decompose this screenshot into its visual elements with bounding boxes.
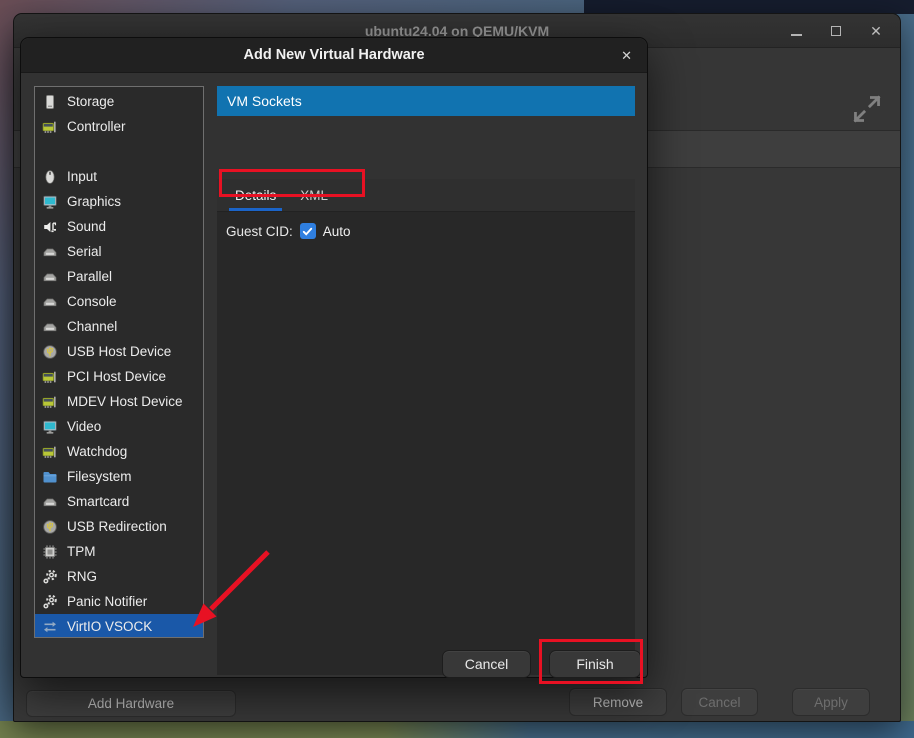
port-icon [42, 269, 58, 285]
tab-details[interactable]: Details [223, 179, 288, 211]
pci-card-icon [42, 444, 58, 460]
tab-strip: DetailsXML [217, 179, 635, 212]
port-icon [42, 494, 58, 510]
close-icon[interactable]: ✕ [868, 23, 884, 39]
sidebar-item-label: Sound [67, 219, 106, 234]
wallpaper-bottom-strip [0, 721, 914, 738]
sidebar-item-storage[interactable]: Storage [35, 89, 203, 114]
sidebar-item-label: Filesystem [67, 469, 132, 484]
dialog-content: VM Sockets DetailsXML Guest CID: Auto [217, 86, 635, 675]
dialog-close-icon[interactable]: ✕ [621, 38, 632, 73]
fullscreen-icon[interactable] [852, 94, 882, 124]
sidebar-item-tpm[interactable]: TPM [35, 539, 203, 564]
sidebar-item-input[interactable]: Input [35, 164, 203, 189]
sidebar-item-label: Smartcard [67, 494, 129, 509]
tab-xml[interactable]: XML [288, 179, 340, 211]
sidebar-item-virtio-vsock[interactable]: VirtIO VSOCK [35, 614, 203, 638]
sidebar-item-filesystem[interactable]: Filesystem [35, 464, 203, 489]
sidebar-item-label: VirtIO VSOCK [67, 619, 152, 634]
sidebar-item-label: USB Redirection [67, 519, 167, 534]
sidebar-item-serial[interactable]: Serial [35, 239, 203, 264]
sidebar-item-graphics[interactable]: Graphics [35, 189, 203, 214]
sidebar-item-label: Input [67, 169, 97, 184]
sidebar-item-label: Serial [67, 244, 102, 259]
auto-checkbox[interactable] [300, 223, 316, 239]
port-icon [42, 319, 58, 335]
pci-card-icon [42, 394, 58, 410]
sidebar-item-label: RNG [67, 569, 97, 584]
sidebar-item-rng[interactable]: RNG [35, 564, 203, 589]
minimize-icon[interactable] [788, 23, 804, 39]
sidebar-item-watchdog[interactable]: Watchdog [35, 439, 203, 464]
sidebar-item-usb-redirection[interactable]: USB Redirection [35, 514, 203, 539]
swap-arrows-icon [42, 619, 58, 635]
guest-cid-label: Guest CID: [226, 224, 293, 239]
monitor-icon [42, 419, 58, 435]
sidebar-item-video[interactable]: Video [35, 414, 203, 439]
finish-button[interactable]: Finish [549, 650, 641, 678]
sidebar-item-channel[interactable]: Channel [35, 314, 203, 339]
pci-card-icon [42, 119, 58, 135]
sidebar-item-mdev-host-device[interactable]: MDEV Host Device [35, 389, 203, 414]
sidebar-item-console[interactable]: Console [35, 289, 203, 314]
sidebar-item-label: Channel [67, 319, 117, 334]
gears-icon [42, 594, 58, 610]
add-hardware-dialog: Add New Virtual Hardware ✕ Storage Contro… [20, 37, 648, 678]
port-icon [42, 244, 58, 260]
sidebar-item-label: Console [67, 294, 117, 309]
folder-icon [42, 469, 58, 485]
wallpaper-dark-strip [584, 0, 914, 14]
add-hardware-button[interactable]: Add Hardware [26, 690, 236, 717]
sidebar-spacer [35, 139, 203, 164]
page-title: VM Sockets [217, 86, 635, 116]
speaker-icon [42, 219, 58, 235]
usb-icon [42, 344, 58, 360]
usb-icon [42, 519, 58, 535]
apply-button: Apply [792, 688, 870, 716]
details-notebook: DetailsXML Guest CID: Auto [217, 179, 635, 675]
auto-checkbox-label: Auto [323, 224, 351, 239]
gears-icon [42, 569, 58, 585]
desktop: ubuntu24.04 on QEMU/KVM ✕ Add HardwareRe… [0, 0, 914, 738]
sidebar-item-label: MDEV Host Device [67, 394, 183, 409]
sidebar-item-smartcard[interactable]: Smartcard [35, 489, 203, 514]
guest-cid-row: Guest CID: Auto [217, 212, 635, 239]
dialog-title: Add New Virtual Hardware [21, 38, 647, 73]
dialog-titlebar: Add New Virtual Hardware ✕ [21, 38, 647, 73]
sidebar-item-label: PCI Host Device [67, 369, 166, 384]
sidebar-item-pci-host-device[interactable]: PCI Host Device [35, 364, 203, 389]
sidebar-item-sound[interactable]: Sound [35, 214, 203, 239]
remove-button[interactable]: Remove [569, 688, 667, 716]
sidebar-item-label: Parallel [67, 269, 112, 284]
sidebar-item-label: Video [67, 419, 101, 434]
sidebar-item-label: Storage [67, 94, 114, 109]
cancel-button[interactable]: Cancel [442, 650, 531, 678]
sidebar-item-parallel[interactable]: Parallel [35, 264, 203, 289]
chip-icon [42, 544, 58, 560]
sidebar-item-label: USB Host Device [67, 344, 171, 359]
cancel-button: Cancel [681, 688, 758, 716]
sidebar-item-label: TPM [67, 544, 96, 559]
monitor-icon [42, 194, 58, 210]
storage-icon [42, 94, 58, 110]
sidebar-item-label: Graphics [67, 194, 121, 209]
sidebar-item-label: Watchdog [67, 444, 127, 459]
sidebar-item-controller[interactable]: Controller [35, 114, 203, 139]
sidebar-item-usb-host-device[interactable]: USB Host Device [35, 339, 203, 364]
hardware-type-list: Storage Controller Input Graphics Sound Seria… [34, 86, 204, 638]
mouse-icon [42, 169, 58, 185]
check-icon [301, 225, 314, 238]
sidebar-item-panic-notifier[interactable]: Panic Notifier [35, 589, 203, 614]
maximize-icon[interactable] [828, 23, 844, 39]
pci-card-icon [42, 369, 58, 385]
sidebar-item-label: Controller [67, 119, 126, 134]
port-icon [42, 294, 58, 310]
sidebar-item-label: Panic Notifier [67, 594, 147, 609]
